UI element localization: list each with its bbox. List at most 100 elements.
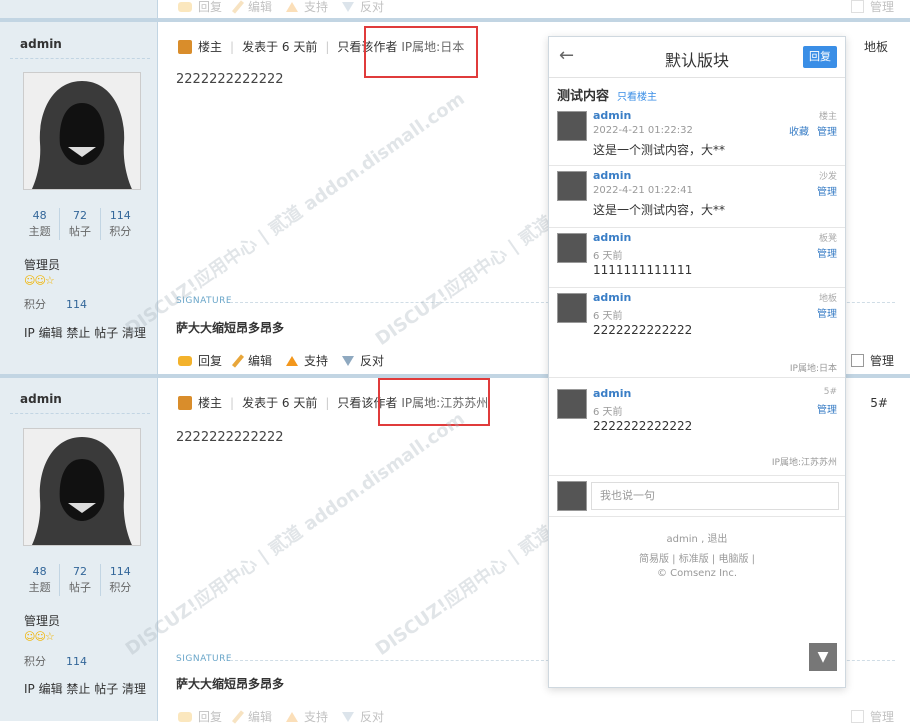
edit-button[interactable]: 编辑 — [231, 708, 272, 725]
post-text: 2222222222222 — [593, 323, 693, 337]
manage-checkbox[interactable]: 管理 — [850, 708, 894, 725]
thread-starter-icon — [178, 39, 192, 54]
post-text: 这是一个测试内容，大** — [593, 203, 726, 217]
avatar — [557, 481, 587, 511]
avatar[interactable] — [557, 293, 587, 323]
post-author[interactable]: admin — [593, 231, 631, 244]
left-col-top — [0, 0, 157, 18]
avatar[interactable] — [557, 233, 587, 263]
oppose-button[interactable]: 反对 — [342, 0, 384, 15]
manage-link[interactable]: 管理 — [817, 405, 837, 416]
favorite-link[interactable]: 收藏 — [789, 127, 809, 138]
floor-tag: 沙发 — [818, 172, 837, 182]
stat-points[interactable]: 114 积分 — [99, 564, 140, 596]
reply-icon — [178, 711, 192, 722]
support-button[interactable]: 支持 — [286, 0, 328, 15]
copyright: © Comsenz Inc. — [656, 568, 738, 579]
post-actions: 回复 编辑 支持 反对 — [178, 352, 398, 369]
floor-tag: 板凳 — [818, 234, 837, 244]
only-host-link[interactable]: 只看楼主 — [617, 92, 657, 103]
signature: 萨大大缩短昂多昂多 — [176, 677, 285, 691]
footer-links: 简易版 | 标准版 | 电脑版 | — [638, 554, 756, 565]
post-author[interactable]: admin — [593, 291, 631, 304]
stat-threads[interactable]: 48 主题 — [20, 208, 59, 240]
edit-icon — [231, 0, 245, 14]
support-button[interactable]: 支持 — [286, 708, 328, 725]
avatar[interactable] — [23, 72, 141, 190]
reply-button[interactable]: 回复 — [178, 352, 222, 369]
stat-threads[interactable]: 48 主题 — [20, 564, 59, 596]
thumb-down-icon — [342, 1, 355, 12]
points-row: 积分 114 — [24, 298, 87, 311]
manage-checkbox[interactable]: 管理 — [850, 352, 894, 369]
moderation-links[interactable]: IP 编辑 禁止 帖子 清理 — [24, 324, 146, 341]
reply-icon — [178, 1, 192, 12]
author-name[interactable]: admin — [20, 392, 62, 406]
thumb-up-icon — [286, 355, 299, 366]
quick-reply-input[interactable]: 我也说一句 — [591, 482, 839, 510]
mobile-post: admin 6 天前 2222222222222 5# 管理 IP属地:江苏苏州 — [549, 383, 845, 475]
floor-tag: 楼主 — [818, 112, 837, 122]
post-author[interactable]: admin — [593, 169, 631, 182]
floor-tag: 地板 — [818, 294, 837, 304]
author-stats: 48 主题 72 帖子 114 积分 — [20, 564, 140, 596]
reply-icon — [178, 355, 192, 366]
stat-points[interactable]: 114 积分 — [99, 208, 140, 240]
author-name[interactable]: admin — [20, 37, 62, 51]
scroll-down-icon[interactable]: ▼ — [809, 643, 837, 671]
avatar[interactable] — [557, 111, 587, 141]
moderation-links[interactable]: IP 编辑 禁止 帖子 清理 — [24, 680, 146, 697]
rank-stars-icon: ☺☺☆ — [24, 274, 55, 287]
thumb-up-icon — [286, 711, 299, 722]
edit-icon — [231, 353, 245, 368]
edit-button[interactable]: 编辑 — [231, 352, 272, 369]
author-stats: 48 主题 72 帖子 114 积分 — [20, 208, 140, 240]
simple-version-link[interactable]: 简易版 — [639, 554, 669, 565]
mobile-preview-panel: ← 默认版块 回复 测试内容 只看楼主 admin 2022-4-21 01:22… — [548, 36, 846, 688]
footer-user: admin , 退出 — [666, 534, 728, 545]
user-group-label[interactable]: 管理员 — [24, 612, 60, 629]
reply-button[interactable]: 回复 — [178, 0, 222, 15]
highlight-box — [364, 26, 478, 78]
floor-tag: 5# — [823, 387, 837, 397]
standard-version-link[interactable]: 标准版 — [679, 554, 709, 565]
reply-button[interactable]: 回复 — [803, 46, 837, 68]
manage-link[interactable]: 管理 — [817, 127, 837, 138]
post-actions: 收藏 管理 — [789, 123, 837, 138]
manage-link[interactable]: 管理 — [817, 187, 837, 198]
thumb-up-icon — [286, 1, 299, 12]
reply-button[interactable]: 回复 — [178, 708, 222, 725]
avatar[interactable] — [557, 389, 587, 419]
floor-number[interactable]: 地板 — [864, 38, 888, 55]
avatar[interactable] — [557, 171, 587, 201]
oppose-button[interactable]: 反对 — [342, 708, 384, 725]
prev-post-actions: 回复 编辑 支持 反对 — [178, 0, 398, 15]
logout-link[interactable]: 退出 — [707, 534, 727, 545]
quick-reply-row: 我也说一句 — [549, 475, 845, 517]
stat-posts[interactable]: 72 帖子 — [59, 564, 99, 596]
rank-stars-icon: ☺☺☆ — [24, 630, 55, 643]
post-actions: 管理 — [817, 305, 837, 320]
post-text: 2222222222222 — [593, 419, 693, 433]
desktop-version-link[interactable]: 电脑版 — [718, 554, 748, 565]
post-time: 6 天前 — [593, 251, 623, 262]
post-author[interactable]: admin — [593, 109, 631, 122]
floor-number[interactable]: 5# — [870, 396, 888, 410]
avatar[interactable] — [23, 428, 141, 546]
mobile-header: ← 默认版块 回复 — [549, 37, 845, 78]
user-group-label[interactable]: 管理员 — [24, 256, 60, 273]
edit-button[interactable]: 编辑 — [231, 0, 272, 15]
manage-link[interactable]: 管理 — [817, 309, 837, 320]
post-time: 2022-4-21 01:22:32 — [593, 125, 693, 136]
post-actions: 管理 — [817, 245, 837, 260]
manage-checkbox[interactable]: 管理 — [850, 0, 894, 15]
thumb-down-icon — [342, 355, 355, 366]
hooded-avatar-icon — [24, 73, 140, 189]
manage-link[interactable]: 管理 — [817, 249, 837, 260]
stat-posts[interactable]: 72 帖子 — [59, 208, 99, 240]
thumb-down-icon — [342, 711, 355, 722]
oppose-button[interactable]: 反对 — [342, 352, 384, 369]
support-button[interactable]: 支持 — [286, 352, 328, 369]
post-author[interactable]: admin — [593, 387, 631, 400]
highlight-box — [378, 378, 490, 426]
